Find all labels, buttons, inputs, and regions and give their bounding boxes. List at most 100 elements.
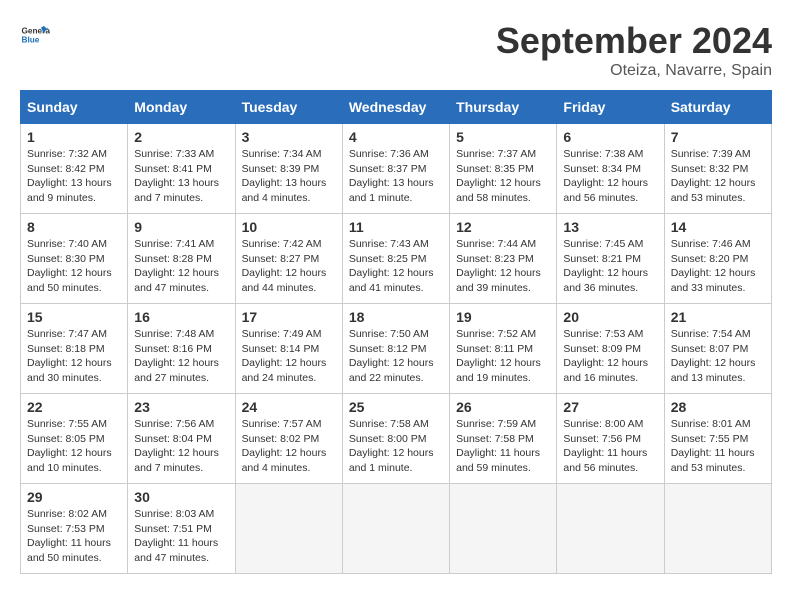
month-title: September 2024 bbox=[496, 20, 772, 62]
day-number: 8 bbox=[27, 219, 121, 235]
day-detail: Sunrise: 7:52 AMSunset: 8:11 PMDaylight:… bbox=[456, 327, 550, 386]
day-detail: Sunrise: 7:50 AMSunset: 8:12 PMDaylight:… bbox=[349, 327, 443, 386]
calendar-cell: 23 Sunrise: 7:56 AMSunset: 8:04 PMDayligh… bbox=[128, 394, 235, 484]
column-header-wednesday: Wednesday bbox=[342, 91, 449, 124]
calendar-cell: 21Sunrise: 7:54 AMSunset: 8:07 PMDayligh… bbox=[664, 304, 771, 394]
page-header: General Blue September 2024 Oteiza, Nava… bbox=[20, 20, 772, 80]
day-detail: Sunrise: 7:43 AMSunset: 8:25 PMDaylight:… bbox=[349, 237, 443, 296]
day-number: 30 bbox=[134, 489, 228, 505]
calendar-cell bbox=[342, 484, 449, 574]
day-number: 15 bbox=[27, 309, 121, 325]
day-detail: Sunrise: 7:55 AMSunset: 8:05 PMDaylight:… bbox=[27, 417, 121, 476]
calendar-cell: 3Sunrise: 7:34 AMSunset: 8:39 PMDaylight… bbox=[235, 124, 342, 214]
day-detail: Sunrise: 7:54 AMSunset: 8:07 PMDaylight:… bbox=[671, 327, 765, 386]
column-header-monday: Monday bbox=[128, 91, 235, 124]
day-number: 28 bbox=[671, 399, 765, 415]
calendar-cell: 11 Sunrise: 7:43 AMSunset: 8:25 PMDayligh… bbox=[342, 214, 449, 304]
day-detail: Sunrise: 7:46 AMSunset: 8:20 PMDaylight:… bbox=[671, 237, 765, 296]
calendar-week-row: 22 Sunrise: 7:55 AMSunset: 8:05 PMDayligh… bbox=[21, 394, 772, 484]
day-number: 16 bbox=[134, 309, 228, 325]
day-number: 20 bbox=[563, 309, 657, 325]
day-detail: Sunrise: 8:02 AMSunset: 7:53 PMDaylight:… bbox=[27, 507, 121, 566]
day-number: 29 bbox=[27, 489, 121, 505]
calendar-cell: 6Sunrise: 7:38 AMSunset: 8:34 PMDaylight… bbox=[557, 124, 664, 214]
day-number: 14 bbox=[671, 219, 765, 235]
calendar-cell: 19 Sunrise: 7:52 AMSunset: 8:11 PMDayligh… bbox=[450, 304, 557, 394]
title-section: September 2024 Oteiza, Navarre, Spain bbox=[496, 20, 772, 80]
day-number: 12 bbox=[456, 219, 550, 235]
calendar-cell: 30 Sunrise: 8:03 AMSunset: 7:51 PMDayligh… bbox=[128, 484, 235, 574]
calendar-cell bbox=[235, 484, 342, 574]
day-detail: Sunrise: 7:33 AMSunset: 8:41 PMDaylight:… bbox=[134, 147, 228, 206]
calendar-cell: 13 Sunrise: 7:45 AMSunset: 8:21 PMDayligh… bbox=[557, 214, 664, 304]
day-detail: Sunrise: 7:57 AMSunset: 8:02 PMDaylight:… bbox=[242, 417, 336, 476]
calendar-cell: 8Sunrise: 7:40 AMSunset: 8:30 PMDaylight… bbox=[21, 214, 128, 304]
day-detail: Sunrise: 7:47 AMSunset: 8:18 PMDaylight:… bbox=[27, 327, 121, 386]
column-header-sunday: Sunday bbox=[21, 91, 128, 124]
calendar-cell: 12 Sunrise: 7:44 AMSunset: 8:23 PMDayligh… bbox=[450, 214, 557, 304]
logo-icon: General Blue bbox=[20, 20, 50, 50]
calendar-cell: 20 Sunrise: 7:53 AMSunset: 8:09 PMDayligh… bbox=[557, 304, 664, 394]
day-detail: Sunrise: 7:37 AMSunset: 8:35 PMDaylight:… bbox=[456, 147, 550, 206]
calendar-cell: 17Sunrise: 7:49 AMSunset: 8:14 PMDayligh… bbox=[235, 304, 342, 394]
day-detail: Sunrise: 7:48 AMSunset: 8:16 PMDaylight:… bbox=[134, 327, 228, 386]
column-header-friday: Friday bbox=[557, 91, 664, 124]
day-number: 11 bbox=[349, 219, 443, 235]
calendar-cell: 7Sunrise: 7:39 AMSunset: 8:32 PMDaylight… bbox=[664, 124, 771, 214]
day-number: 2 bbox=[134, 129, 228, 145]
column-header-tuesday: Tuesday bbox=[235, 91, 342, 124]
calendar-cell: 1 Sunrise: 7:32 AMSunset: 8:42 PMDaylight… bbox=[21, 124, 128, 214]
calendar-cell: 28 Sunrise: 8:01 AMSunset: 7:55 PMDayligh… bbox=[664, 394, 771, 484]
calendar-week-row: 29 Sunrise: 8:02 AMSunset: 7:53 PMDayligh… bbox=[21, 484, 772, 574]
column-header-saturday: Saturday bbox=[664, 91, 771, 124]
day-number: 23 bbox=[134, 399, 228, 415]
calendar-cell: 10Sunrise: 7:42 AMSunset: 8:27 PMDayligh… bbox=[235, 214, 342, 304]
column-header-thursday: Thursday bbox=[450, 91, 557, 124]
calendar-cell: 9 Sunrise: 7:41 AMSunset: 8:28 PMDaylight… bbox=[128, 214, 235, 304]
day-detail: Sunrise: 7:56 AMSunset: 8:04 PMDaylight:… bbox=[134, 417, 228, 476]
calendar-cell: 22 Sunrise: 7:55 AMSunset: 8:05 PMDayligh… bbox=[21, 394, 128, 484]
day-number: 9 bbox=[134, 219, 228, 235]
day-number: 4 bbox=[349, 129, 443, 145]
calendar-cell: 15 Sunrise: 7:47 AMSunset: 8:18 PMDayligh… bbox=[21, 304, 128, 394]
day-detail: Sunrise: 7:45 AMSunset: 8:21 PMDaylight:… bbox=[563, 237, 657, 296]
day-detail: Sunrise: 7:32 AMSunset: 8:42 PMDaylight:… bbox=[27, 147, 121, 206]
day-number: 13 bbox=[563, 219, 657, 235]
day-number: 19 bbox=[456, 309, 550, 325]
calendar-cell: 4 Sunrise: 7:36 AMSunset: 8:37 PMDaylight… bbox=[342, 124, 449, 214]
day-detail: Sunrise: 8:01 AMSunset: 7:55 PMDaylight:… bbox=[671, 417, 765, 476]
calendar-cell: 16 Sunrise: 7:48 AMSunset: 8:16 PMDayligh… bbox=[128, 304, 235, 394]
calendar-cell: 5 Sunrise: 7:37 AMSunset: 8:35 PMDaylight… bbox=[450, 124, 557, 214]
day-detail: Sunrise: 7:44 AMSunset: 8:23 PMDaylight:… bbox=[456, 237, 550, 296]
day-number: 27 bbox=[563, 399, 657, 415]
day-number: 1 bbox=[27, 129, 121, 145]
day-number: 25 bbox=[349, 399, 443, 415]
calendar-cell bbox=[557, 484, 664, 574]
calendar-cell: 26Sunrise: 7:59 AMSunset: 7:58 PMDayligh… bbox=[450, 394, 557, 484]
day-detail: Sunrise: 7:41 AMSunset: 8:28 PMDaylight:… bbox=[134, 237, 228, 296]
day-detail: Sunrise: 7:53 AMSunset: 8:09 PMDaylight:… bbox=[563, 327, 657, 386]
calendar-header-row: SundayMondayTuesdayWednesdayThursdayFrid… bbox=[21, 91, 772, 124]
calendar-cell: 24Sunrise: 7:57 AMSunset: 8:02 PMDayligh… bbox=[235, 394, 342, 484]
calendar-cell: 25 Sunrise: 7:58 AMSunset: 8:00 PMDayligh… bbox=[342, 394, 449, 484]
calendar-cell: 18 Sunrise: 7:50 AMSunset: 8:12 PMDayligh… bbox=[342, 304, 449, 394]
day-number: 6 bbox=[563, 129, 657, 145]
calendar-week-row: 1 Sunrise: 7:32 AMSunset: 8:42 PMDaylight… bbox=[21, 124, 772, 214]
logo: General Blue bbox=[20, 20, 50, 50]
calendar-cell: 2 Sunrise: 7:33 AMSunset: 8:41 PMDaylight… bbox=[128, 124, 235, 214]
day-number: 26 bbox=[456, 399, 550, 415]
day-detail: Sunrise: 8:00 AMSunset: 7:56 PMDaylight:… bbox=[563, 417, 657, 476]
day-detail: Sunrise: 7:34 AMSunset: 8:39 PMDaylight:… bbox=[242, 147, 336, 206]
day-number: 17 bbox=[242, 309, 336, 325]
day-number: 18 bbox=[349, 309, 443, 325]
calendar-table: SundayMondayTuesdayWednesdayThursdayFrid… bbox=[20, 90, 772, 574]
day-detail: Sunrise: 8:03 AMSunset: 7:51 PMDaylight:… bbox=[134, 507, 228, 566]
day-number: 7 bbox=[671, 129, 765, 145]
day-detail: Sunrise: 7:36 AMSunset: 8:37 PMDaylight:… bbox=[349, 147, 443, 206]
svg-text:Blue: Blue bbox=[22, 36, 40, 45]
day-number: 5 bbox=[456, 129, 550, 145]
day-detail: Sunrise: 7:58 AMSunset: 8:00 PMDaylight:… bbox=[349, 417, 443, 476]
calendar-cell: 29 Sunrise: 8:02 AMSunset: 7:53 PMDayligh… bbox=[21, 484, 128, 574]
calendar-cell bbox=[450, 484, 557, 574]
day-number: 22 bbox=[27, 399, 121, 415]
